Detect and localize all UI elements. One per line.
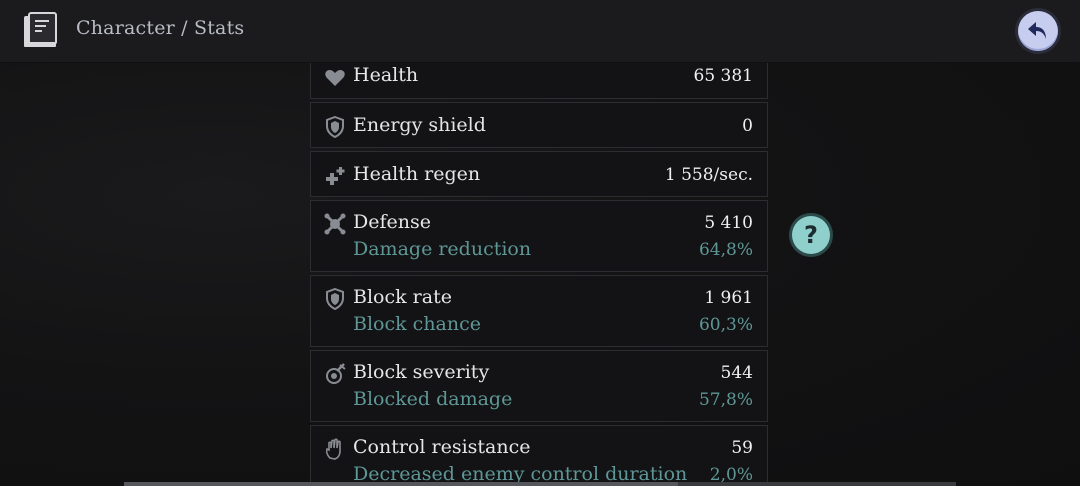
stat-name: Energy shield [353,114,486,136]
help-icon: ? [804,221,818,249]
crossed-bones-icon [324,213,346,235]
stat-sub-label: Blocked damage [353,388,513,410]
stat-value: 544 [720,363,753,383]
stat-sub-value: 64,8% [698,240,753,260]
stat-value: 65 381 [693,66,753,86]
stat-row-health: Health 65 381 [310,60,768,99]
stat-sub-label: Damage reduction [353,238,532,260]
stat-value: 1 961 [704,288,753,308]
regen-icon [326,167,345,185]
stat-sub-value: 57,8% [698,390,753,410]
stat-name: Defense [353,211,431,233]
stat-name: Block severity [353,361,490,383]
stat-value: 5 410 [704,213,753,233]
scrollbar-thumb[interactable] [124,482,678,486]
help-button[interactable]: ? [792,216,830,254]
stat-row-block-rate: Block rate 1 961 Block chance 60,3% [310,275,768,347]
stat-name: Health [353,64,419,86]
stat-name: Control resistance [353,436,531,458]
breadcrumb: Character / Stats [76,17,245,39]
hand-icon [325,438,341,460]
stat-name: Block rate [353,286,452,308]
stat-value: 59 [731,438,753,458]
scrollbar[interactable] [124,482,956,486]
stat-name: Health regen [353,163,481,185]
back-button[interactable] [1018,11,1058,51]
stats-screen: Character / Stats Health 65 381 Energy s… [0,0,1080,486]
shield-icon [326,116,344,138]
header-bar: Character / Stats [0,0,1080,63]
stat-sub-label: Block chance [353,313,481,335]
shield-strike-icon [326,363,346,384]
stat-row-health-regen: Health regen 1 558/sec. [310,151,768,197]
book-icon[interactable] [20,12,60,50]
shield-icon [326,288,344,310]
stat-value: 1 558/sec. [664,165,753,185]
stat-row-block-severity: Block severity 544 Blocked damage 57,8% [310,350,768,422]
heart-icon [325,70,345,86]
stat-sub-value: 60,3% [698,315,753,335]
stat-value: 0 [742,116,753,136]
stat-row-energy-shield: Energy shield 0 [310,102,768,148]
stat-row-control-resistance: Control resistance 59 Decreased enemy co… [310,425,768,486]
back-arrow-icon [1028,22,1046,39]
stat-row-defense: Defense 5 410 Damage reduction 64,8% [310,200,768,272]
